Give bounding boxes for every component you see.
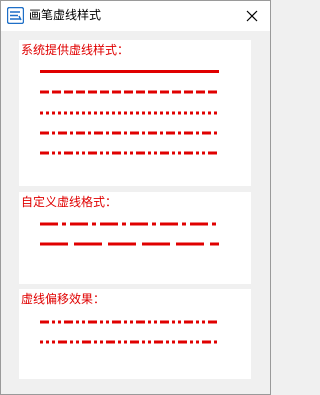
system-styles-panel: 系统提供虚线样式：: [19, 40, 251, 186]
main-window: 画笔虚线样式 系统提供虚线样式： 自定义虚线格式： 虚线偏移效果：: [0, 0, 271, 395]
title-bar[interactable]: 画笔虚线样式: [1, 1, 270, 31]
custom-long-dash-line: [40, 242, 219, 246]
solid-line: [40, 70, 219, 73]
dot-line: [40, 111, 219, 115]
custom-styles-label: 自定义虚线格式：: [21, 195, 118, 209]
offset-line-1: [40, 320, 219, 324]
app-icon: [7, 7, 24, 24]
dash-dot-dot-line: [40, 151, 219, 155]
offset-styles-label: 虚线偏移效果：: [21, 292, 106, 306]
system-styles-label: 系统提供虚线样式：: [21, 43, 130, 57]
window-title: 画笔虚线样式: [29, 8, 102, 22]
close-icon: [246, 10, 258, 22]
dash-dot-line: [40, 131, 219, 135]
offset-styles-panel: 虚线偏移效果：: [19, 289, 251, 379]
offset-line-2: [40, 340, 219, 344]
close-button[interactable]: [240, 4, 264, 28]
dash-line: [40, 90, 219, 94]
custom-styles-panel: 自定义虚线格式：: [19, 192, 251, 284]
custom-dash-dot-line: [40, 222, 219, 226]
